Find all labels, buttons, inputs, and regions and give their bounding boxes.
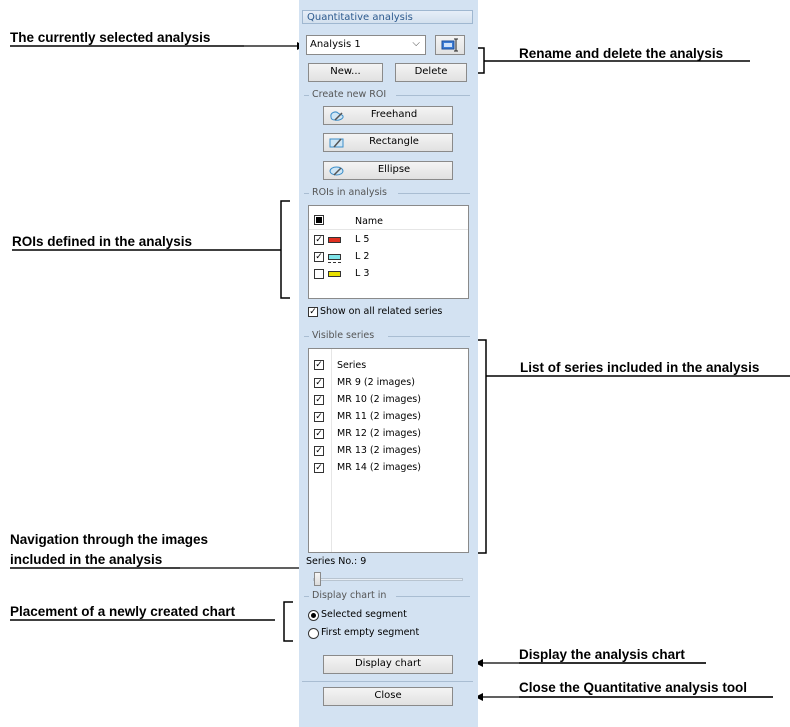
create-roi-group-title: Create new ROI (304, 89, 470, 101)
series-row[interactable]: MR 12 (2 images) (309, 427, 468, 443)
series-name: MR 11 (2 images) (337, 411, 421, 422)
roi-visible-checkbox[interactable] (314, 252, 324, 262)
roi-row[interactable]: L 2 (309, 250, 468, 266)
ellipse-roi-button[interactable]: Ellipse (323, 161, 453, 180)
display-chart-button[interactable]: Display chart (323, 655, 453, 674)
ellipse-label: Ellipse (377, 164, 411, 175)
series-header: Series (337, 360, 367, 371)
rename-analysis-button[interactable] (435, 35, 465, 55)
annotation-navigation-line1: Navigation through the images (10, 532, 209, 547)
series-visible-checkbox[interactable] (314, 378, 324, 388)
series-list[interactable]: Series MR 9 (2 images) MR 10 (2 images) … (308, 348, 469, 553)
selected-segment-label: Selected segment (321, 609, 407, 620)
series-number-label: Series No.: 9 (306, 556, 367, 567)
roi-row[interactable]: L 3 (309, 267, 468, 283)
series-visible-checkbox[interactable] (314, 446, 324, 456)
rectangle-icon (329, 138, 344, 148)
roi-name: L 2 (355, 251, 370, 262)
delete-analysis-button[interactable]: Delete (395, 63, 467, 82)
series-name: MR 12 (2 images) (337, 428, 421, 439)
series-name: MR 10 (2 images) (337, 394, 421, 405)
selected-segment-radio[interactable] (308, 610, 319, 621)
roi-name-header: Name (355, 216, 384, 227)
annotation-series-list: List of series included in the analysis (520, 360, 760, 375)
rectangle-roi-button[interactable]: Rectangle (323, 133, 453, 152)
roi-color-swatch (328, 271, 341, 277)
series-visible-checkbox[interactable] (314, 395, 324, 405)
freehand-roi-button[interactable]: Freehand (323, 106, 453, 125)
roi-color-swatch (328, 237, 341, 243)
roi-row[interactable]: L 5 (309, 233, 468, 249)
series-visible-checkbox[interactable] (314, 412, 324, 422)
annotation-display-chart: Display the analysis chart (519, 647, 685, 662)
annotation-navigation-line2: included in the analysis (10, 552, 163, 567)
panel-title: Quantitative analysis (302, 10, 473, 24)
ellipse-icon (329, 166, 344, 176)
roi-visible-checkbox[interactable] (314, 269, 324, 279)
series-row[interactable]: MR 13 (2 images) (309, 444, 468, 460)
rectangle-label: Rectangle (369, 136, 419, 147)
quantitative-analysis-panel: Quantitative analysis Analysis 1 ⌵ New..… (299, 0, 478, 727)
annotation-chart-placement: Placement of a newly created chart (10, 604, 236, 619)
visible-series-group-title: Visible series (304, 330, 470, 342)
rois-group-title: ROIs in analysis (304, 187, 470, 199)
series-row[interactable]: MR 9 (2 images) (309, 376, 468, 392)
roi-line-style (328, 262, 341, 263)
roi-select-all-checkbox[interactable] (314, 215, 324, 225)
series-row[interactable]: MR 11 (2 images) (309, 410, 468, 426)
annotation-rename-delete: Rename and delete the analysis (519, 46, 724, 61)
roi-visible-checkbox[interactable] (314, 235, 324, 245)
roi-list[interactable]: Name L 5 L 2 L 3 (308, 205, 469, 299)
series-visible-checkbox[interactable] (314, 463, 324, 473)
analysis-select[interactable]: Analysis 1 ⌵ (306, 35, 426, 55)
annotation-rois-defined: ROIs defined in the analysis (12, 234, 193, 249)
series-name: MR 13 (2 images) (337, 445, 421, 456)
series-row[interactable]: MR 10 (2 images) (309, 393, 468, 409)
chevron-down-icon: ⌵ (412, 38, 420, 49)
freehand-icon (330, 111, 344, 121)
rename-icon (441, 38, 458, 52)
series-name: MR 14 (2 images) (337, 462, 421, 473)
show-on-all-series-checkbox[interactable] (308, 307, 318, 317)
display-chart-in-group-title: Display chart in (304, 590, 470, 602)
freehand-label: Freehand (370, 109, 418, 120)
annotation-selected-analysis: The currently selected analysis (10, 30, 211, 45)
series-name: MR 9 (2 images) (337, 377, 415, 388)
series-slider-track[interactable] (313, 578, 463, 581)
roi-color-swatch (328, 254, 341, 260)
new-analysis-button[interactable]: New... (308, 63, 383, 82)
series-visible-checkbox[interactable] (314, 429, 324, 439)
show-on-all-series-label: Show on all related series (320, 306, 443, 317)
first-empty-segment-radio[interactable] (308, 628, 319, 639)
analysis-select-value: Analysis 1 (310, 39, 361, 50)
series-slider-thumb[interactable] (314, 572, 321, 586)
series-select-all-checkbox[interactable] (314, 360, 324, 370)
annotation-close-tool: Close the Quantitative analysis tool (519, 680, 748, 695)
first-empty-segment-label: First empty segment (321, 627, 420, 638)
roi-name: L 5 (355, 234, 370, 245)
close-button[interactable]: Close (323, 687, 453, 706)
series-row[interactable]: MR 14 (2 images) (309, 461, 468, 477)
divider (302, 681, 473, 682)
roi-name: L 3 (355, 268, 370, 279)
